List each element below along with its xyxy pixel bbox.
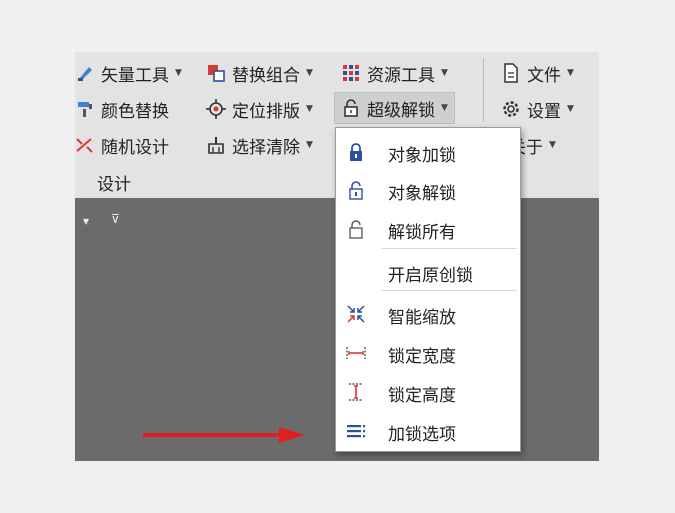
menu-item-unlock-object[interactable]: 对象解锁 <box>336 170 520 208</box>
vector-tool-icon <box>75 63 95 83</box>
menu-item-label: 开启原创锁 <box>388 266 473 286</box>
menu-item-lock-object[interactable]: 对象加锁 <box>336 132 520 170</box>
chevron-down-icon: ▼ <box>549 140 556 150</box>
lock-open-icon <box>341 98 361 118</box>
random-design-label: 随机设计 <box>101 137 169 158</box>
resource-grid-icon <box>341 63 361 83</box>
menu-item-label: 对象加锁 <box>388 146 456 166</box>
select-clear-button[interactable]: 选择清除 ▼ <box>206 130 313 160</box>
settings-button[interactable]: 设置 ▼ <box>501 94 574 124</box>
smart-zoom-icon <box>345 303 367 325</box>
menu-item-enable-original-lock[interactable]: 开启原创锁 <box>336 252 520 290</box>
chevron-down-icon: ▼ <box>306 140 313 150</box>
replace-combo-button[interactable]: 替换组合 ▼ <box>206 58 313 88</box>
menu-separator <box>381 248 517 249</box>
replace-combo-icon <box>206 63 226 83</box>
settings-label: 设置 <box>527 101 561 122</box>
chevron-down-icon: ▼ <box>175 68 182 78</box>
collapse-triangle-icon[interactable]: ⊽ <box>111 212 120 226</box>
menu-item-label: 锁定高度 <box>388 386 456 406</box>
menu-item-label: 加锁选项 <box>388 425 456 445</box>
chevron-down-icon: ▼ <box>441 68 448 78</box>
chevron-down-icon: ▼ <box>441 103 448 113</box>
replace-combo-label: 替换组合 <box>232 65 300 86</box>
file-label: 文件 <box>527 65 561 86</box>
position-layout-label: 定位排版 <box>232 101 300 122</box>
target-icon <box>206 99 226 119</box>
red-arrow-annotation <box>143 427 305 443</box>
vector-tools-button[interactable]: 矢量工具 ▼ <box>75 58 182 88</box>
resource-tools-label: 资源工具 <box>367 65 435 86</box>
resource-tools-button[interactable]: 资源工具 ▼ <box>341 58 448 88</box>
menu-item-label: 对象解锁 <box>388 184 456 204</box>
menu-item-unlock-all[interactable]: 解锁所有 <box>336 209 520 247</box>
dropdown-arrow-icon[interactable]: ▾ <box>83 214 89 228</box>
file-icon <box>501 63 521 83</box>
menu-item-label: 解锁所有 <box>388 223 456 243</box>
chevron-down-icon: ▼ <box>306 104 313 114</box>
super-unlock-label: 超级解锁 <box>367 100 435 121</box>
select-clear-label: 选择清除 <box>232 137 300 158</box>
app-window: 矢量工具 ▼ 替换组合 ▼ 资源工具 ▼ 文件 ▼ 颜色替换 定位排版 ▼ 超级… <box>75 52 599 461</box>
menu-separator <box>381 290 517 291</box>
ribbon-separator <box>483 58 484 122</box>
chevron-down-icon: ▼ <box>306 68 313 78</box>
color-replace-label: 颜色替换 <box>101 101 169 122</box>
lock-width-icon <box>345 342 367 364</box>
menu-item-label: 锁定宽度 <box>388 347 456 367</box>
chevron-down-icon: ▼ <box>567 104 574 114</box>
lock-outline-icon <box>345 218 367 240</box>
super-unlock-button[interactable]: 超级解锁 ▼ <box>334 92 455 124</box>
position-layout-button[interactable]: 定位排版 ▼ <box>206 94 313 124</box>
menu-item-smart-zoom[interactable]: 智能缩放 <box>336 294 520 332</box>
menu-item-lock-height[interactable]: 锁定高度 <box>336 372 520 410</box>
lock-closed-icon <box>345 141 367 163</box>
lock-options-icon <box>345 420 367 442</box>
menu-item-lock-width[interactable]: 锁定宽度 <box>336 333 520 371</box>
shuffle-icon <box>75 135 95 155</box>
gear-icon <box>501 99 521 119</box>
file-button[interactable]: 文件 ▼ <box>501 58 574 88</box>
paint-roller-icon <box>75 99 95 119</box>
menu-item-lock-options[interactable]: 加锁选项 <box>336 411 520 449</box>
color-replace-button[interactable]: 颜色替换 <box>75 94 169 124</box>
ribbon-group-label: 设计 <box>97 175 131 195</box>
lock-open-icon <box>345 179 367 201</box>
broom-icon <box>206 135 226 155</box>
chevron-down-icon: ▼ <box>567 68 574 78</box>
random-design-button[interactable]: 随机设计 <box>75 130 169 160</box>
menu-item-label: 智能缩放 <box>388 308 456 328</box>
lock-height-icon <box>345 381 367 403</box>
vector-tools-label: 矢量工具 <box>101 65 169 86</box>
super-unlock-menu: 对象加锁 对象解锁 解锁所有 开启原创锁 智能缩放 锁定宽度 锁定高度 加锁选项 <box>335 127 521 452</box>
